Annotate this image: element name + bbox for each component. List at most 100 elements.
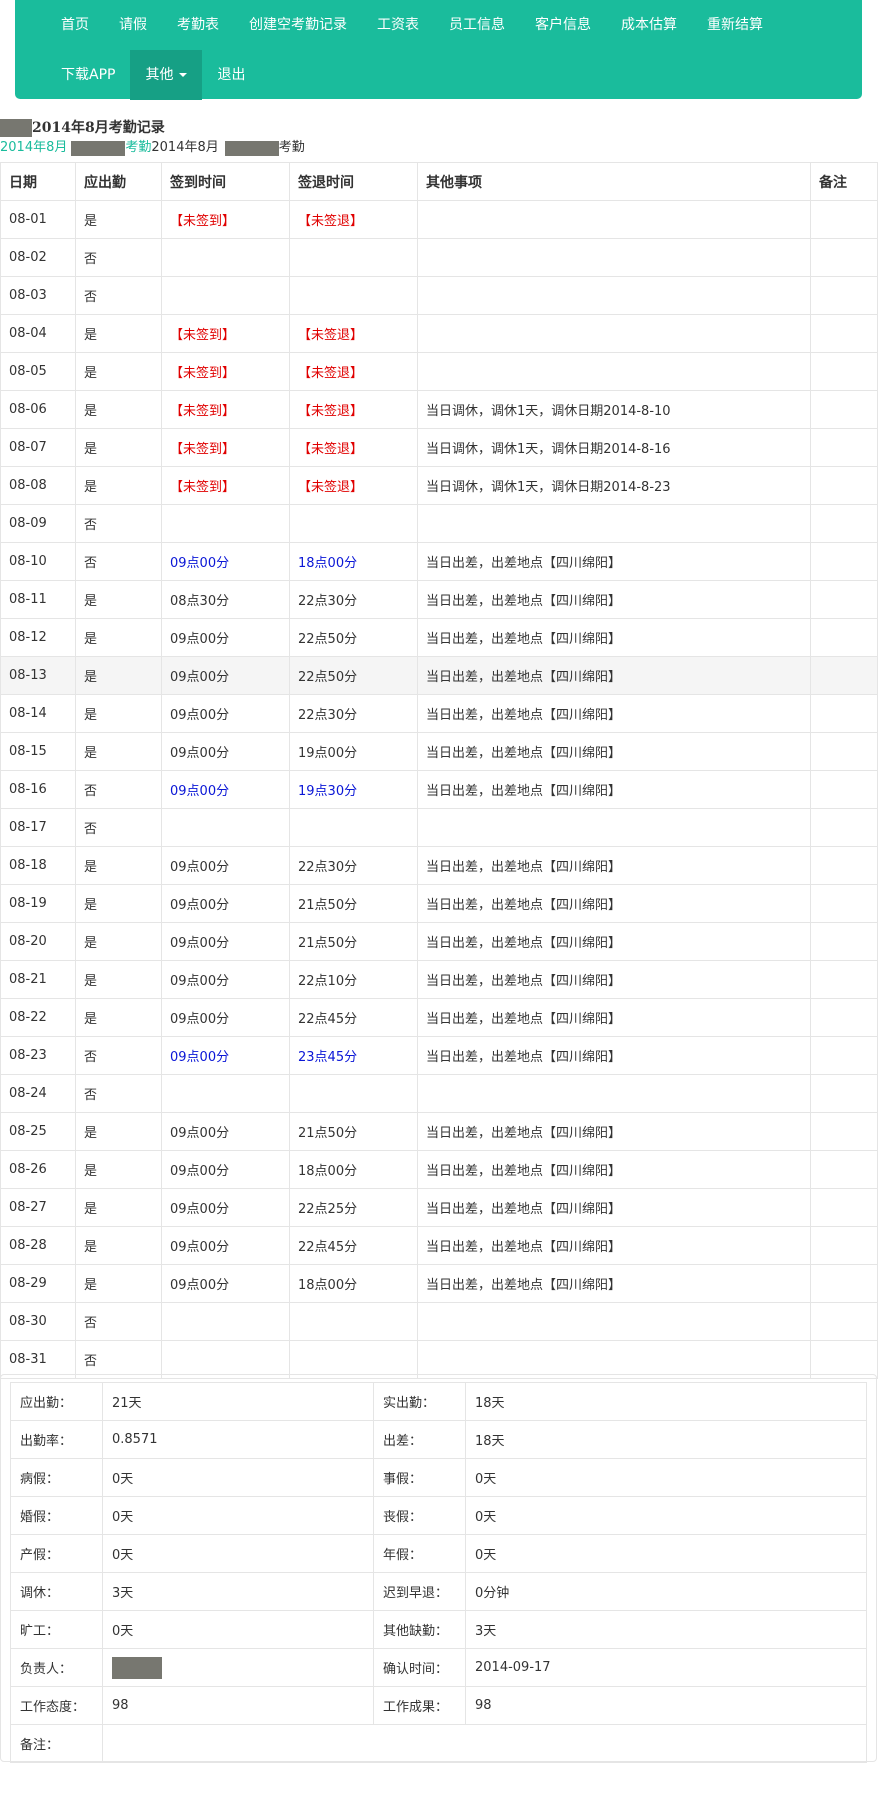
table-row: 08-28 是 09点00分 22点45分 当日出差，出差地点【四川绵阳】	[0, 1226, 878, 1265]
cell-checkin	[161, 1340, 290, 1379]
nav-logout[interactable]: 退出	[202, 50, 260, 100]
summary-label: 确认时间：	[373, 1648, 466, 1687]
cell-checkout	[289, 1340, 418, 1379]
summary-row: 应出勤： 21天 实出勤： 18天	[10, 1382, 867, 1421]
cell-checkout: 21点50分	[289, 922, 418, 961]
table-row: 08-19 是 09点00分 21点50分 当日出差，出差地点【四川绵阳】	[0, 884, 878, 923]
summary-value: 0天	[102, 1534, 374, 1573]
nav-item[interactable]: 请假	[104, 0, 162, 50]
cell-date: 08-28	[0, 1226, 76, 1265]
cell-required: 是	[75, 1188, 162, 1227]
cell-remark	[810, 694, 878, 733]
cell-remark	[810, 276, 878, 315]
cell-remark	[810, 732, 878, 771]
breadcrumb-month-link[interactable]: 2014年8月	[0, 138, 67, 158]
summary-label: 出勤率：	[10, 1420, 103, 1459]
cell-required: 否	[75, 238, 162, 277]
cell-date: 08-25	[0, 1112, 76, 1151]
table-row: 08-14 是 09点00分 22点30分 当日出差，出差地点【四川绵阳】	[0, 694, 878, 733]
cell-checkout	[289, 1074, 418, 1113]
cell-remark	[810, 390, 878, 429]
cell-checkout: 22点25分	[289, 1188, 418, 1227]
table-row: 08-31 否	[0, 1340, 878, 1379]
summary-label: 产假：	[10, 1534, 103, 1573]
cell-required: 否	[75, 1302, 162, 1341]
cell-checkout: 22点45分	[289, 1226, 418, 1265]
cell-checkin: 09点00分	[161, 1036, 290, 1075]
cell-checkin	[161, 238, 290, 277]
summary-label: 婚假：	[10, 1496, 103, 1535]
breadcrumb-month: 2014年8月	[151, 140, 219, 155]
breadcrumb-attendance: 考勤	[278, 140, 305, 155]
nav-item[interactable]: 创建空考勤记录	[234, 0, 362, 50]
table-row: 08-13 是 09点00分 22点50分 当日出差，出差地点【四川绵阳】	[0, 656, 878, 695]
cell-checkout	[289, 238, 418, 277]
cell-remark	[810, 1150, 878, 1189]
summary-value: 18天	[465, 1382, 867, 1421]
summary-table: 应出勤： 21天 实出勤： 18天 出勤率： 0.8571 出差： 18天 病假： 0天 事假： 0天…	[10, 1382, 867, 1763]
table-row: 08-16 否 09点00分 19点30分 当日出差，出差地点【四川绵阳】	[0, 770, 878, 809]
cell-checkin	[161, 1074, 290, 1113]
redacted-name	[71, 140, 126, 156]
cell-checkout: 22点10分	[289, 960, 418, 999]
cell-checkin: 09点00分	[161, 922, 290, 961]
cell-required: 否	[75, 276, 162, 315]
cell-other-matters: 当日出差，出差地点【四川绵阳】	[417, 960, 811, 999]
cell-date: 08-04	[0, 314, 76, 353]
cell-other-matters: 当日调休，调休1天，调休日期2014-8-16	[417, 428, 811, 467]
summary-value: 3天	[102, 1572, 374, 1611]
top-navbar: 首页 请假 考勤表 创建空考勤记录 工资表 员工信息 客户信息 成本估算 重新结算 下载APP …	[15, 0, 862, 100]
cell-remark	[810, 922, 878, 961]
summary-value: 21天	[102, 1382, 374, 1421]
breadcrumb-attendance-link[interactable]: 考勤	[125, 138, 151, 158]
redacted-name	[224, 140, 279, 156]
nav-item[interactable]: 首页	[46, 0, 104, 50]
cell-other-matters	[417, 504, 811, 543]
cell-checkout: 22点30分	[289, 580, 418, 619]
nav-item[interactable]: 员工信息	[434, 0, 520, 50]
attendance-table: 日期 应出勤 签到时间 签退时间 其他事项 备注 08-01 是【未签到】 【未签退…	[0, 162, 878, 1379]
nav-item[interactable]: 客户信息	[520, 0, 606, 50]
table-row: 08-10 否 09点00分 18点00分 当日出差，出差地点【四川绵阳】	[0, 542, 878, 581]
table-row: 08-06 是【未签到】 【未签退】 当日调休，调休1天，调休日期2014-8-10	[0, 390, 878, 429]
cell-checkout: 22点50分	[289, 618, 418, 657]
summary-value: 3天	[465, 1610, 867, 1649]
nav-item[interactable]: 重新结算	[692, 0, 778, 50]
cell-checkout: 18点00分	[289, 542, 418, 581]
cell-remark	[810, 656, 878, 695]
cell-date: 08-17	[0, 808, 76, 847]
cell-required: 是	[75, 314, 162, 353]
cell-checkout: 19点00分	[289, 732, 418, 771]
cell-required: 是	[75, 390, 162, 429]
summary-row: 旷工： 0天 其他缺勤： 3天	[10, 1610, 867, 1649]
nav-other-dropdown[interactable]: 其他	[130, 50, 203, 100]
cell-required: 是	[75, 580, 162, 619]
cell-checkin: 09点00分	[161, 694, 290, 733]
cell-other-matters: 当日出差，出差地点【四川绵阳】	[417, 998, 811, 1037]
table-row: 08-23 否 09点00分 23点45分 当日出差，出差地点【四川绵阳】	[0, 1036, 878, 1075]
cell-remark	[810, 314, 878, 353]
redacted-name	[112, 1656, 162, 1679]
cell-date: 08-16	[0, 770, 76, 809]
cell-date: 08-24	[0, 1074, 76, 1113]
table-row: 08-15 是 09点00分 19点00分 当日出差，出差地点【四川绵阳】	[0, 732, 878, 771]
table-row: 08-11 是 08点30分 22点30分 当日出差，出差地点【四川绵阳】	[0, 580, 878, 619]
cell-date: 08-19	[0, 884, 76, 923]
cell-checkout: 21点50分	[289, 884, 418, 923]
nav-item[interactable]: 工资表	[362, 0, 434, 50]
nav-item[interactable]: 考勤表	[162, 0, 234, 50]
cell-required: 否	[75, 1074, 162, 1113]
page-title: 2014年8月考勤记录	[32, 120, 165, 136]
nav-item[interactable]: 成本估算	[606, 0, 692, 50]
cell-other-matters: 当日出差，出差地点【四川绵阳】	[417, 1226, 811, 1265]
cell-checkin: 【未签到】	[161, 466, 290, 505]
summary-remark-value	[102, 1724, 867, 1763]
nav-download-app[interactable]: 下载APP	[46, 50, 130, 100]
cell-checkin: 09点00分	[161, 542, 290, 581]
cell-checkout: 【未签退】	[289, 428, 418, 467]
cell-other-matters	[417, 238, 811, 277]
cell-checkout	[289, 808, 418, 847]
cell-required: 是	[75, 428, 162, 467]
cell-remark	[810, 884, 878, 923]
summary-label: 病假：	[10, 1458, 103, 1497]
